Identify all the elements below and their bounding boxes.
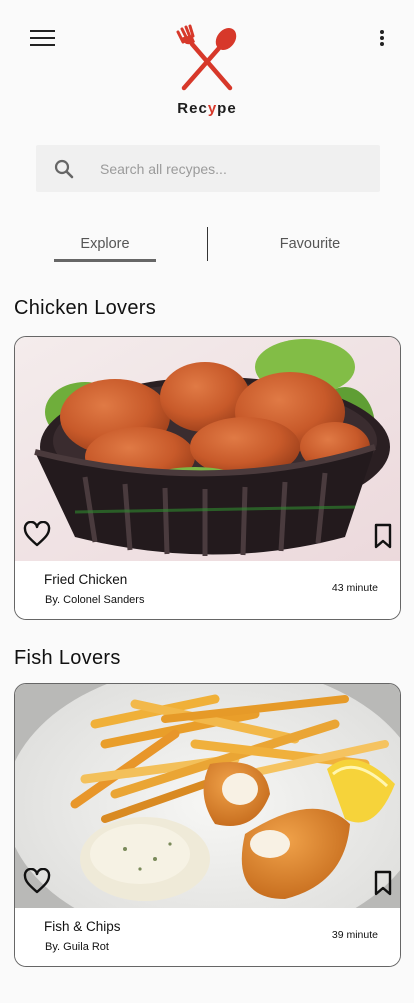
recipe-card-fried-chicken[interactable]: Fried Chicken By. Colonel Sanders 43 min…: [14, 336, 401, 620]
recipe-title: Fried Chicken: [44, 572, 128, 587]
active-tab-indicator: [54, 259, 156, 262]
search-icon: [54, 159, 74, 179]
brand-name: Recype: [150, 100, 264, 117]
fork-spoon-logo-icon: [170, 22, 244, 96]
search-bar[interactable]: [36, 145, 380, 192]
tab-explore[interactable]: Explore: [54, 224, 156, 264]
section-title-chicken: Chicken Lovers: [14, 297, 157, 319]
heart-outline-icon[interactable]: [23, 868, 51, 894]
menu-icon[interactable]: [30, 29, 56, 49]
more-options-icon[interactable]: [375, 29, 389, 49]
heart-outline-icon[interactable]: [23, 521, 51, 547]
recipe-card-fish-chips[interactable]: Fish & Chips By. Guila Rot 39 minute: [14, 683, 401, 967]
recipe-info: Fried Chicken By. Colonel Sanders 43 min…: [15, 561, 400, 619]
fried-chicken-photo: [15, 337, 400, 561]
fish-chips-photo: [15, 684, 400, 908]
brand-suffix: pe: [217, 100, 237, 117]
recipe-title: Fish & Chips: [44, 919, 121, 934]
recipe-author: By. Guila Rot: [45, 941, 109, 953]
recipe-info: Fish & Chips By. Guila Rot 39 minute: [15, 908, 400, 966]
brand-prefix: Rec: [177, 100, 208, 117]
brand-accent: y: [207, 100, 218, 117]
tab-favourite[interactable]: Favourite: [240, 224, 380, 264]
tab-explore-label: Explore: [80, 236, 130, 252]
section-title-fish: Fish Lovers: [14, 647, 121, 669]
tab-favourite-label: Favourite: [279, 236, 341, 252]
tab-divider: [207, 227, 208, 261]
bookmark-outline-icon[interactable]: [373, 523, 393, 549]
recipe-duration: 39 minute: [331, 929, 378, 941]
recipe-author: By. Colonel Sanders: [45, 594, 145, 606]
recipe-app-screen: Recype Explore Favourite Chicken Lovers: [0, 0, 414, 1003]
bookmark-outline-icon[interactable]: [373, 870, 393, 896]
recipe-duration: 43 minute: [331, 582, 378, 594]
search-input[interactable]: [100, 145, 370, 192]
